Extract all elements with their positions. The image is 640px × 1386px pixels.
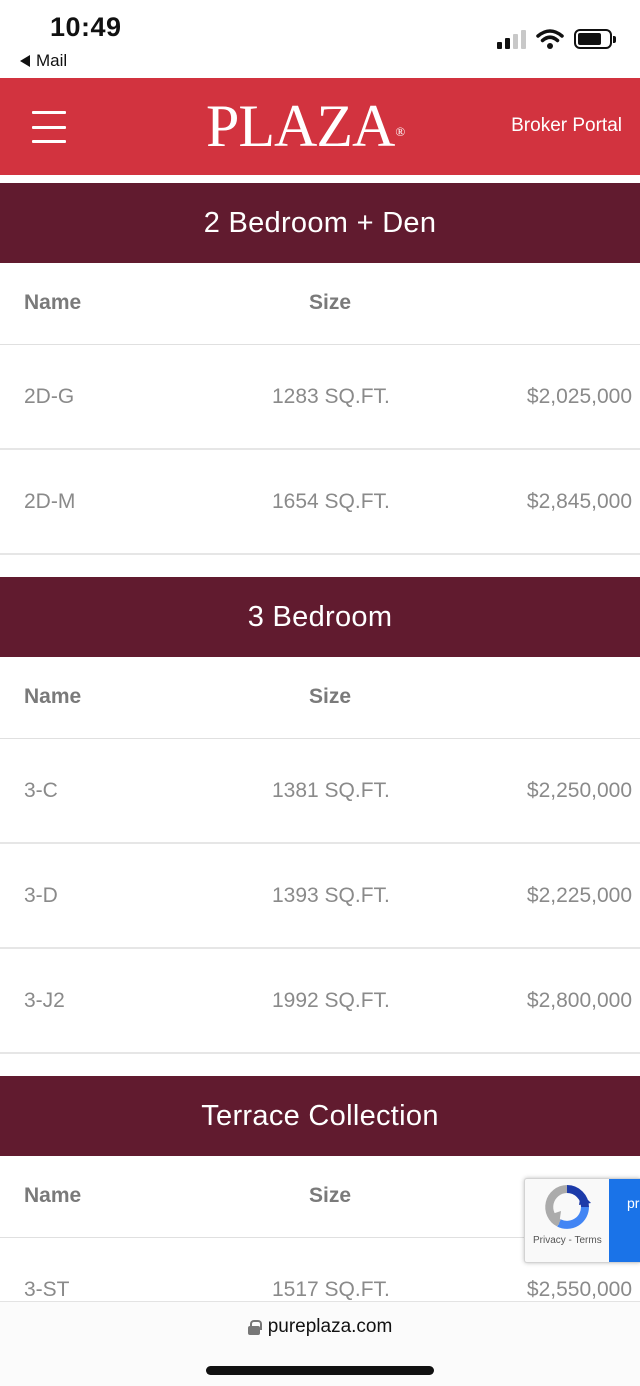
home-indicator[interactable] [206, 1366, 434, 1375]
section-title: 2 Bedroom + Den [0, 183, 640, 263]
unit-size: 1393 SQ.FT. [272, 884, 390, 907]
url-text: pureplaza.com [267, 1316, 393, 1337]
section-title: Terrace Collection [0, 1076, 640, 1156]
status-icons [497, 28, 616, 50]
unit-name: 3-ST [24, 1278, 70, 1301]
section-title: 3 Bedroom [0, 577, 640, 657]
unit-price: $2,800,000 [526, 989, 632, 1012]
column-header-row: Name Size [0, 263, 640, 345]
unit-size: 1517 SQ.FT. [272, 1278, 390, 1301]
hamburger-menu-icon[interactable] [32, 111, 66, 143]
column-name-header: Name [24, 291, 82, 314]
unit-row[interactable]: 2D-M 1654 SQ.FT. $2,845,000 [0, 450, 640, 555]
status-time: 10:49 [50, 12, 122, 42]
unit-name: 2D-M [24, 490, 76, 513]
column-name-header: Name [24, 685, 82, 708]
broker-portal-link[interactable]: Broker Portal [511, 115, 622, 137]
column-size-header: Size [309, 1184, 352, 1207]
cellular-signal-icon [497, 29, 526, 49]
column-header-row: Name Size [0, 657, 640, 739]
column-size-header: Size [309, 291, 352, 314]
browser-bottom-bar: pureplaza.com [0, 1301, 640, 1386]
back-to-mail-link[interactable]: Mail [20, 51, 67, 71]
unit-row[interactable]: 3-J2 1992 SQ.FT. $2,800,000 [0, 949, 640, 1054]
unit-name: 3-D [24, 884, 58, 907]
recaptcha-expand-panel[interactable]: pr [609, 1179, 640, 1262]
unit-listing: 2 Bedroom + Den Name Size 2D-G 1283 SQ.F… [0, 183, 640, 1343]
address-bar[interactable]: pureplaza.com [0, 1316, 640, 1338]
unit-row[interactable]: 3-C 1381 SQ.FT. $2,250,000 [0, 739, 640, 844]
header-divider [0, 175, 640, 183]
status-bar: 10:49 Mail [0, 0, 640, 78]
recaptcha-links[interactable]: Privacy - Terms [533, 1235, 602, 1246]
back-triangle-icon [20, 55, 30, 67]
unit-size: 1992 SQ.FT. [272, 989, 390, 1012]
unit-row[interactable]: 2D-G 1283 SQ.FT. $2,025,000 [0, 345, 640, 450]
unit-size: 1654 SQ.FT. [272, 490, 390, 513]
unit-size: 1283 SQ.FT. [272, 385, 390, 408]
back-label: Mail [36, 51, 68, 70]
battery-icon [574, 29, 616, 49]
lock-icon [247, 1320, 262, 1335]
unit-price: $2,225,000 [526, 884, 632, 907]
column-size-header: Size [309, 685, 352, 708]
unit-price: $2,025,000 [526, 385, 632, 408]
unit-row[interactable]: 3-D 1393 SQ.FT. $2,225,000 [0, 844, 640, 949]
plaza-logo[interactable]: PLAZA® [206, 94, 405, 158]
site-header: PLAZA® Broker Portal [0, 78, 640, 175]
unit-price: $2,550,000 [526, 1278, 632, 1301]
unit-price: $2,250,000 [526, 779, 632, 802]
recaptcha-logo: Privacy - Terms [525, 1179, 609, 1262]
recaptcha-badge[interactable]: Privacy - Terms pr [524, 1178, 640, 1263]
recaptcha-icon [545, 1185, 591, 1229]
unit-size: 1381 SQ.FT. [272, 779, 390, 802]
unit-name: 3-C [24, 779, 58, 802]
unit-price: $2,845,000 [526, 490, 632, 513]
unit-name: 3-J2 [24, 989, 65, 1012]
wifi-icon [536, 29, 564, 49]
unit-name: 2D-G [24, 385, 75, 408]
column-name-header: Name [24, 1184, 82, 1207]
